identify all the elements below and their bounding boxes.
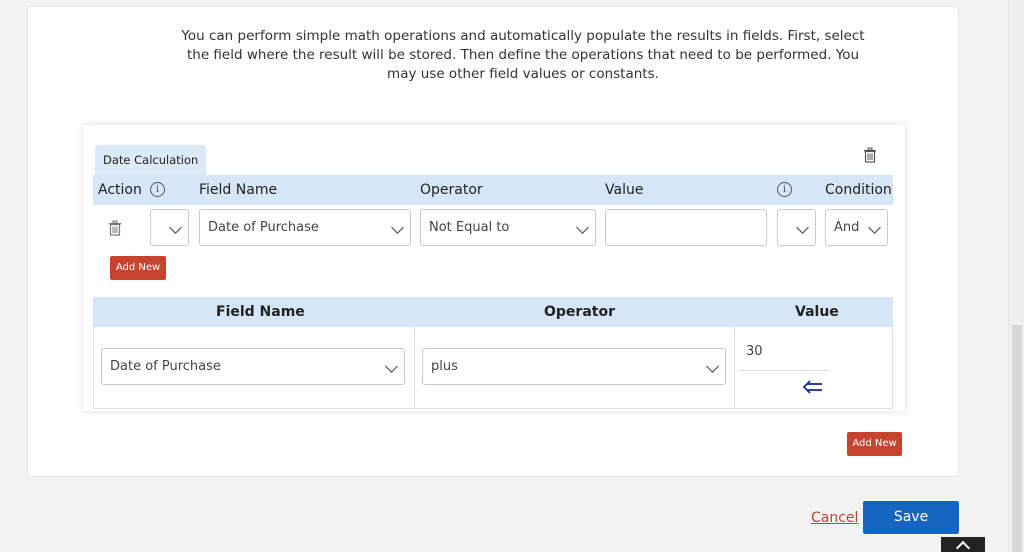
delete-row-trash-icon[interactable] — [108, 220, 122, 236]
main-card: You can perform simple math operations a… — [27, 6, 959, 477]
condition-header: Action i Field Name Operator Value i Con… — [93, 175, 893, 205]
chevron-down-icon — [576, 221, 589, 234]
column-divider — [734, 327, 735, 409]
calculation-header: Field Name Operator Value — [93, 297, 893, 327]
chevron-down-icon — [385, 360, 398, 373]
left-arrow-icon[interactable] — [802, 379, 824, 395]
delete-panel-trash-icon[interactable] — [863, 147, 877, 163]
info-icon[interactable]: i — [777, 182, 792, 197]
cancel-button[interactable]: Cancel — [811, 510, 858, 526]
header-field-name: Field Name — [199, 182, 278, 198]
calc-header-field-name: Field Name — [216, 304, 305, 320]
chevron-down-icon — [868, 221, 881, 234]
info-icon[interactable]: i — [150, 182, 165, 197]
add-new-condition-button[interactable]: Add New — [110, 256, 166, 280]
calc-field-name-select[interactable]: Date of Purchase — [101, 348, 405, 385]
column-divider — [414, 327, 415, 409]
action-select[interactable] — [150, 209, 189, 246]
intro-text: You can perform simple math operations a… — [181, 28, 865, 82]
value-extra-select[interactable] — [777, 209, 816, 246]
operator-select[interactable]: Not Equal to — [420, 209, 596, 246]
calc-header-operator: Operator — [544, 304, 615, 320]
chevron-down-icon — [796, 221, 809, 234]
scrollbar-thumb[interactable] — [1012, 325, 1022, 552]
chevron-down-icon — [391, 221, 404, 234]
header-condition: Condition — [825, 182, 892, 198]
calc-value-underline — [739, 370, 829, 371]
scroll-to-top-icon[interactable] — [941, 537, 985, 552]
calc-header-value: Value — [795, 304, 839, 320]
header-action: Action — [98, 182, 142, 198]
chevron-down-icon — [169, 221, 182, 234]
tab-date-calculation[interactable]: Date Calculation — [95, 145, 207, 175]
save-button[interactable]: Save — [863, 501, 959, 534]
field-name-select[interactable]: Date of Purchase — [199, 209, 411, 246]
add-new-calculation-button[interactable]: Add New — [847, 432, 902, 456]
calc-operator-select[interactable]: plus — [422, 348, 726, 385]
header-operator: Operator — [420, 182, 483, 198]
calc-value-input[interactable]: 30 — [746, 344, 763, 359]
chevron-down-icon — [706, 360, 719, 373]
date-calculation-panel: Date Calculation Action i Field Name Ope… — [83, 125, 905, 411]
value-input[interactable] — [605, 209, 767, 246]
condition-select[interactable]: And — [825, 209, 888, 246]
header-value: Value — [605, 182, 644, 198]
